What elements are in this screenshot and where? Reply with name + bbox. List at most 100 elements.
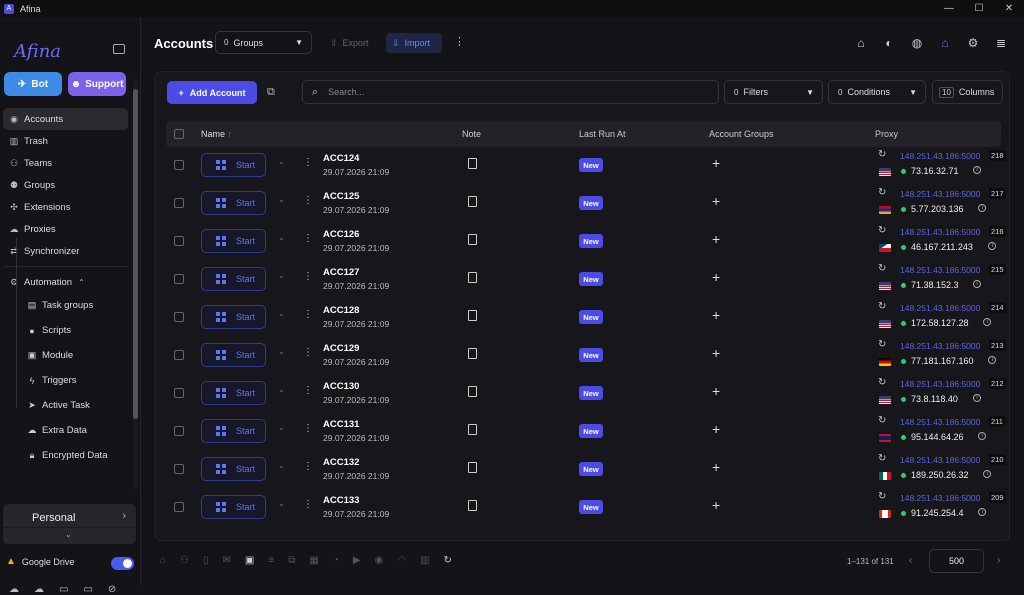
row-checkbox[interactable]: [174, 350, 184, 360]
support-button[interactable]: ☻ Support: [68, 72, 126, 96]
chevron-down-icon[interactable]: ⌄: [278, 157, 285, 166]
add-group-icon[interactable]: +: [712, 459, 720, 475]
collapse-sidebar-icon[interactable]: [113, 44, 125, 54]
chevron-down-icon[interactable]: ⌄: [278, 195, 285, 204]
sidebar-item-automation[interactable]: ⚙ Automation ⌃: [3, 271, 128, 293]
add-group-icon[interactable]: +: [712, 497, 720, 513]
proxy-link[interactable]: 148.251.43.186:5000: [900, 417, 980, 427]
add-account-button[interactable]: + Add Account: [167, 81, 257, 104]
sidebar-item-active-task[interactable]: ➤ Active Task: [3, 393, 128, 418]
row-checkbox[interactable]: [174, 426, 184, 436]
chevron-down-icon[interactable]: ⌄: [278, 309, 285, 318]
column-note[interactable]: Note: [462, 129, 481, 139]
column-last-run[interactable]: Last Run At: [579, 129, 626, 139]
sidebar-item-synchronizer[interactable]: ⇄ Synchronizer: [3, 240, 128, 262]
refresh-icon[interactable]: ↻: [878, 149, 886, 160]
sidebar-item-scripts[interactable]: ● Scripts: [3, 318, 128, 343]
refresh-icon[interactable]: ↻: [878, 339, 886, 350]
page-size-select[interactable]: 500: [929, 549, 984, 573]
chevron-down-icon[interactable]: ⌄: [278, 423, 285, 432]
row-checkbox[interactable]: [174, 198, 184, 208]
refresh-icon[interactable]: ↻: [878, 453, 886, 464]
folder-download-icon[interactable]: ▭: [83, 584, 92, 595]
search-input[interactable]: [328, 87, 699, 97]
refresh-icon[interactable]: ↻: [878, 263, 886, 274]
row-checkbox[interactable]: [174, 160, 184, 170]
row-checkbox[interactable]: [174, 312, 184, 322]
start-button[interactable]: Start: [201, 267, 266, 291]
sidebar-item-proxies[interactable]: ☁ Proxies: [3, 218, 128, 240]
row-checkbox[interactable]: [174, 236, 184, 246]
tag-icon[interactable]: ⌂: [854, 36, 868, 50]
info-icon[interactable]: i: [988, 356, 997, 364]
cloud-download-icon[interactable]: ☁: [34, 584, 44, 595]
hide-icon[interactable]: ⊘: [108, 584, 116, 595]
row-checkbox[interactable]: [174, 464, 184, 474]
start-button[interactable]: Start: [201, 419, 266, 443]
refresh-icon[interactable]: ↻: [878, 491, 886, 502]
clipboard-icon[interactable]: [468, 500, 477, 511]
columns-button[interactable]: 10 Columns: [932, 80, 1003, 104]
google-drive-toggle[interactable]: [111, 557, 134, 570]
sidebar-item-task-groups[interactable]: ▤ Task groups: [3, 293, 128, 318]
start-button[interactable]: Start: [201, 305, 266, 329]
chevron-down-icon[interactable]: ⌄: [278, 271, 285, 280]
chevron-down-icon[interactable]: ⌄: [278, 385, 285, 394]
row-menu-icon[interactable]: ⋮: [303, 309, 313, 320]
info-icon[interactable]: i: [978, 508, 987, 516]
refresh-icon[interactable]: ↻: [878, 415, 886, 426]
proxy-link[interactable]: 148.251.43.186:5000: [900, 227, 980, 237]
fingerprint-icon[interactable]: ◐: [882, 36, 896, 50]
bot-button[interactable]: ✈ Bot: [4, 72, 62, 96]
clipboard-icon[interactable]: [468, 234, 477, 245]
clipboard-icon[interactable]: [468, 272, 477, 283]
clipboard-icon[interactable]: [468, 386, 477, 397]
play-icon[interactable]: ▶: [353, 555, 361, 566]
workspace-selector[interactable]: Personal › ⌄: [3, 504, 136, 544]
refresh-icon[interactable]: ↻: [878, 187, 886, 198]
row-menu-icon[interactable]: ⋮: [303, 423, 313, 434]
chevron-down-icon[interactable]: ⌄: [278, 233, 285, 242]
cloud-upload-icon[interactable]: ☁: [9, 584, 19, 595]
clipboard-icon[interactable]: [468, 310, 477, 321]
start-button[interactable]: Start: [201, 457, 266, 481]
import-button[interactable]: ⇩ Import: [386, 33, 442, 53]
chevron-down-icon[interactable]: ⌄: [278, 499, 285, 508]
sidebar-item-triggers[interactable]: ϟ Triggers: [3, 368, 128, 393]
clipboard-icon[interactable]: [468, 196, 477, 207]
info-icon[interactable]: i: [973, 166, 982, 174]
next-page-icon[interactable]: ›: [997, 555, 1000, 566]
chevron-down-icon[interactable]: ⌄: [65, 530, 72, 539]
row-checkbox[interactable]: [174, 274, 184, 284]
minimize-button[interactable]: —: [934, 0, 964, 17]
proxy-link[interactable]: 148.251.43.186:5000: [900, 379, 980, 389]
column-name[interactable]: Name ↑: [201, 129, 232, 139]
start-button[interactable]: Start: [201, 191, 266, 215]
prev-page-icon[interactable]: ‹: [909, 555, 912, 566]
account-name[interactable]: ACC125: [323, 191, 359, 202]
account-name[interactable]: ACC126: [323, 229, 359, 240]
start-button[interactable]: Start: [201, 495, 266, 519]
save-icon[interactable]: ▣: [245, 555, 254, 566]
row-menu-icon[interactable]: ⋮: [303, 461, 313, 472]
refresh-icon[interactable]: ↻: [878, 377, 886, 388]
start-button[interactable]: Start: [201, 343, 266, 367]
info-icon[interactable]: i: [988, 242, 997, 250]
filters-select[interactable]: 0 Filters ▼: [724, 80, 823, 104]
column-proxy[interactable]: Proxy: [875, 129, 898, 139]
calendar-icon[interactable]: ▦: [309, 555, 318, 566]
folder-upload-icon[interactable]: ▭: [59, 584, 68, 595]
add-group-icon[interactable]: +: [712, 269, 720, 285]
storage-icon[interactable]: ≣: [994, 36, 1008, 50]
copy-icon[interactable]: ⧉: [267, 86, 275, 99]
users-icon[interactable]: ⚇: [180, 555, 189, 566]
sidebar-item-accounts[interactable]: ◉ Accounts: [3, 108, 128, 130]
search-box[interactable]: ⌕: [302, 80, 719, 104]
account-name[interactable]: ACC127: [323, 267, 359, 278]
row-menu-icon[interactable]: ⋮: [303, 157, 313, 168]
wifi-icon[interactable]: ◠: [397, 555, 406, 566]
file-icon[interactable]: ▯: [203, 555, 209, 566]
info-icon[interactable]: i: [978, 204, 987, 212]
add-group-icon[interactable]: +: [712, 193, 720, 209]
select-all-checkbox[interactable]: [174, 129, 184, 139]
